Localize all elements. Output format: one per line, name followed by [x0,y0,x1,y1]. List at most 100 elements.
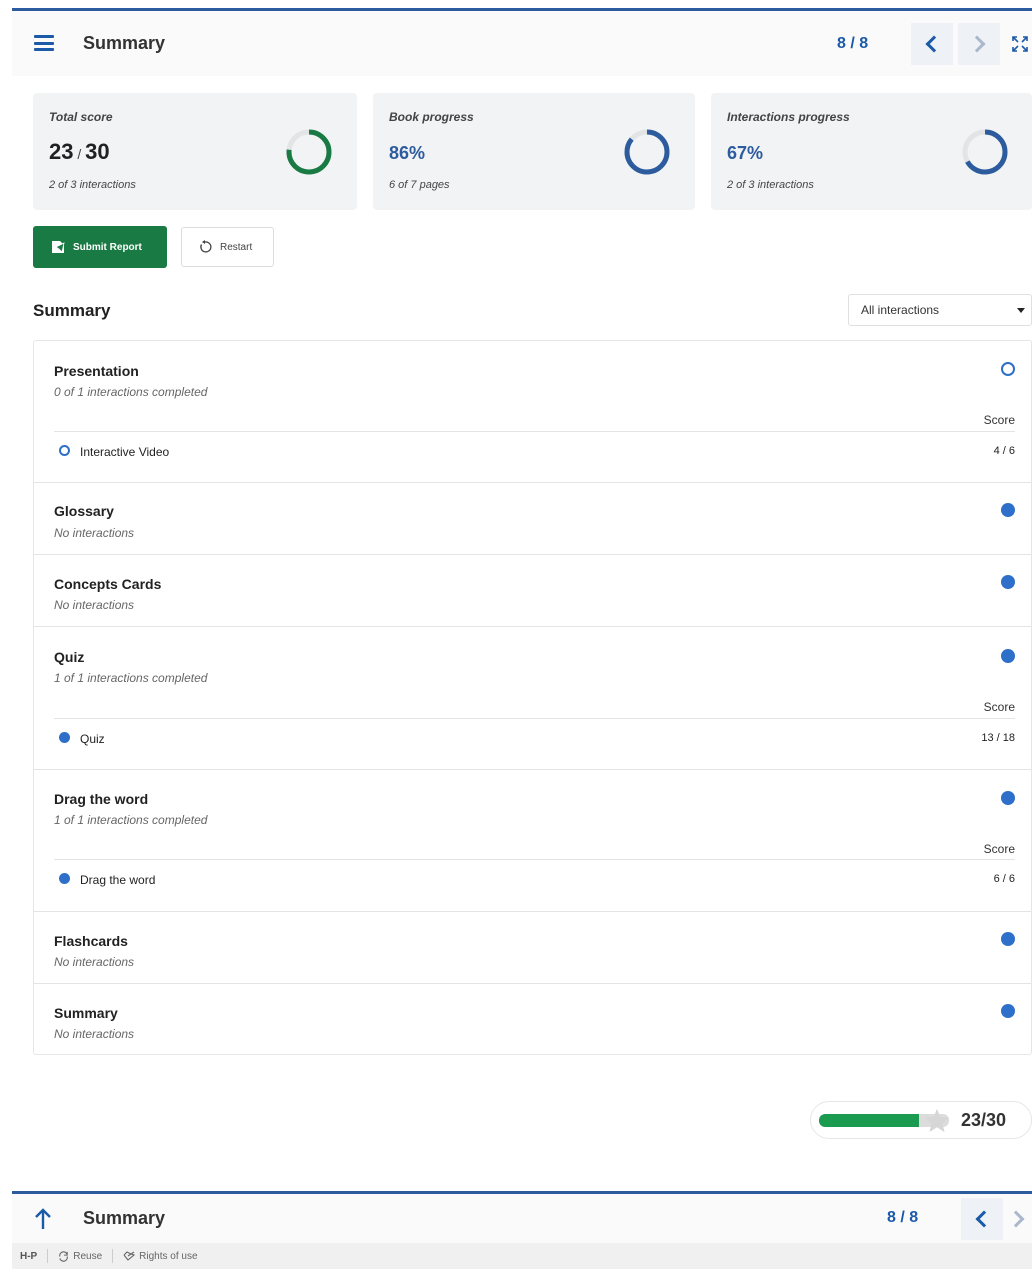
score-column-label: Score [983,413,1015,427]
chapter-complete-icon [1001,575,1015,589]
previous-page-button[interactable] [911,23,953,65]
score-column-label: Score [983,700,1015,714]
chapter-complete-icon [1001,503,1015,517]
total-score-ring [286,129,332,175]
chapter-title: Summary [83,33,166,53]
total-score-card: Total score 23 / 30 2 of 3 interactions [33,93,357,210]
chapter-title: Drag the word [54,791,149,807]
chapter-title: Glossary [54,503,114,519]
score-column-label: Score [983,842,1015,856]
footer-chapter-title: Summary [83,1208,166,1228]
page-counter: 8 / 8 [837,35,869,52]
interactions-filter-select[interactable]: All interactions [848,294,1032,326]
total-score-value: 23 / 30 [49,139,110,165]
chapter-status: 1 of 1 interactions completed [54,671,208,685]
total-score-subtext: 2 of 3 interactions [49,179,136,191]
book-frame: Summary 8 / 8 Total score 23 / 30 2 of 3… [12,8,1032,1272]
score-obtained: 23 [49,139,74,164]
interaction-name: Drag the word [80,873,156,887]
divider [112,1249,114,1263]
rights-of-use-link[interactable]: Rights of use [123,1250,198,1262]
restart-icon [200,240,212,253]
rights-of-use-label: Rights of use [139,1250,198,1262]
interaction-incomplete-icon [59,445,70,456]
chapter-status: 1 of 1 interactions completed [54,813,208,827]
chapter-status: No interactions [54,598,135,612]
chapter-item-glossary[interactable]: Glossary No interactions [34,483,1031,555]
next-page-button[interactable] [958,23,1000,65]
chapter-item-quiz[interactable]: Quiz 1 of 1 interactions completed Score… [34,627,1031,770]
chevron-left-icon [925,35,943,53]
filter-selected-value: All interactions [861,303,940,317]
interaction-complete-icon [59,873,70,884]
chapter-title: Quiz [54,649,85,665]
chapter-complete-icon [1001,932,1015,946]
menu-icon[interactable] [34,35,54,51]
top-navigation-bar: Summary 8 / 8 [12,8,1032,76]
interaction-row-quiz[interactable]: Quiz 13 / 18 [54,718,1015,760]
interactions-progress-label: Interactions progress [727,110,850,124]
handshake-icon [123,1250,136,1261]
reuse-link[interactable]: Reuse [58,1251,102,1262]
score-separator: / [73,146,86,162]
chapter-item-flashcards[interactable]: Flashcards No interactions [34,912,1031,984]
chapter-item-concepts-cards[interactable]: Concepts Cards No interactions [34,555,1031,627]
restart-button[interactable]: Restart [181,227,274,267]
caret-down-icon [1017,308,1025,313]
reuse-label: Reuse [73,1250,103,1262]
interaction-score: 4 / 6 [993,445,1015,457]
interaction-score: 13 / 18 [981,732,1015,744]
chapter-status: No interactions [54,526,135,540]
h5p-logo[interactable]: H-P [20,1251,37,1262]
interaction-name: Quiz [80,732,105,746]
chapter-complete-icon [1001,1004,1015,1018]
interaction-row-drag-the-word[interactable]: Drag the word 6 / 6 [54,859,1015,901]
interaction-row-interactive-video[interactable]: Interactive Video 4 / 6 [54,431,1015,473]
summary-section-title: Summary [33,301,111,320]
submit-icon [52,241,65,253]
bottom-navigation-bar: Summary 8 / 8 [12,1191,1032,1243]
score-progress-fill [819,1114,919,1127]
interactions-progress-card: Interactions progress 67% 2 of 3 interac… [711,93,1032,210]
chapter-title: Flashcards [54,933,128,949]
arrow-up-icon[interactable] [34,1208,52,1230]
reuse-icon [59,1250,69,1262]
chapter-summary-list: Presentation 0 of 1 interactions complet… [33,340,1032,1055]
chapter-complete-icon [1001,791,1015,805]
chapter-status: No interactions [54,955,135,969]
chapter-status: No interactions [54,1027,135,1041]
chapter-incomplete-icon [1001,362,1015,376]
chapter-title: Presentation [54,363,139,379]
chapter-title: Concepts Cards [54,576,162,592]
submit-report-label: Submit Report [73,241,142,253]
chapter-item-presentation[interactable]: Presentation 0 of 1 interactions complet… [34,341,1031,483]
star-icon [924,1108,950,1133]
total-score-label: Total score [49,110,113,124]
interactions-progress-subtext: 2 of 3 interactions [727,179,814,191]
book-progress-label: Book progress [389,110,474,124]
chevron-left-icon [975,1210,993,1228]
divider [47,1249,49,1263]
chapter-complete-icon [1001,649,1015,663]
content-credits-bar: H-P Reuse Rights of use [12,1243,1032,1269]
book-progress-ring [624,129,670,175]
chevron-right-icon [1007,1210,1024,1228]
restart-label: Restart [220,241,253,253]
footer-next-page-button[interactable] [1003,1198,1032,1240]
chevron-right-icon [968,35,986,53]
interactions-progress-value: 67% [727,143,764,163]
total-score-text: 23/30 [961,1110,1007,1130]
fullscreen-icon[interactable] [1012,36,1028,52]
chapter-item-summary[interactable]: Summary No interactions [34,984,1031,1054]
score-max: 30 [85,139,110,164]
total-score-bar: 23/30 [810,1101,1032,1139]
book-progress-value: 86% [389,143,426,163]
footer-page-counter: 8 / 8 [887,1209,919,1226]
interaction-name: Interactive Video [80,445,170,459]
book-progress-card: Book progress 86% 6 of 7 pages [373,93,695,210]
footer-previous-page-button[interactable] [961,1198,1003,1240]
interaction-complete-icon [59,732,70,743]
chapter-item-drag-the-word[interactable]: Drag the word 1 of 1 interactions comple… [34,770,1031,912]
chapter-status: 0 of 1 interactions completed [54,385,208,399]
submit-report-button[interactable]: Submit Report [33,226,167,268]
